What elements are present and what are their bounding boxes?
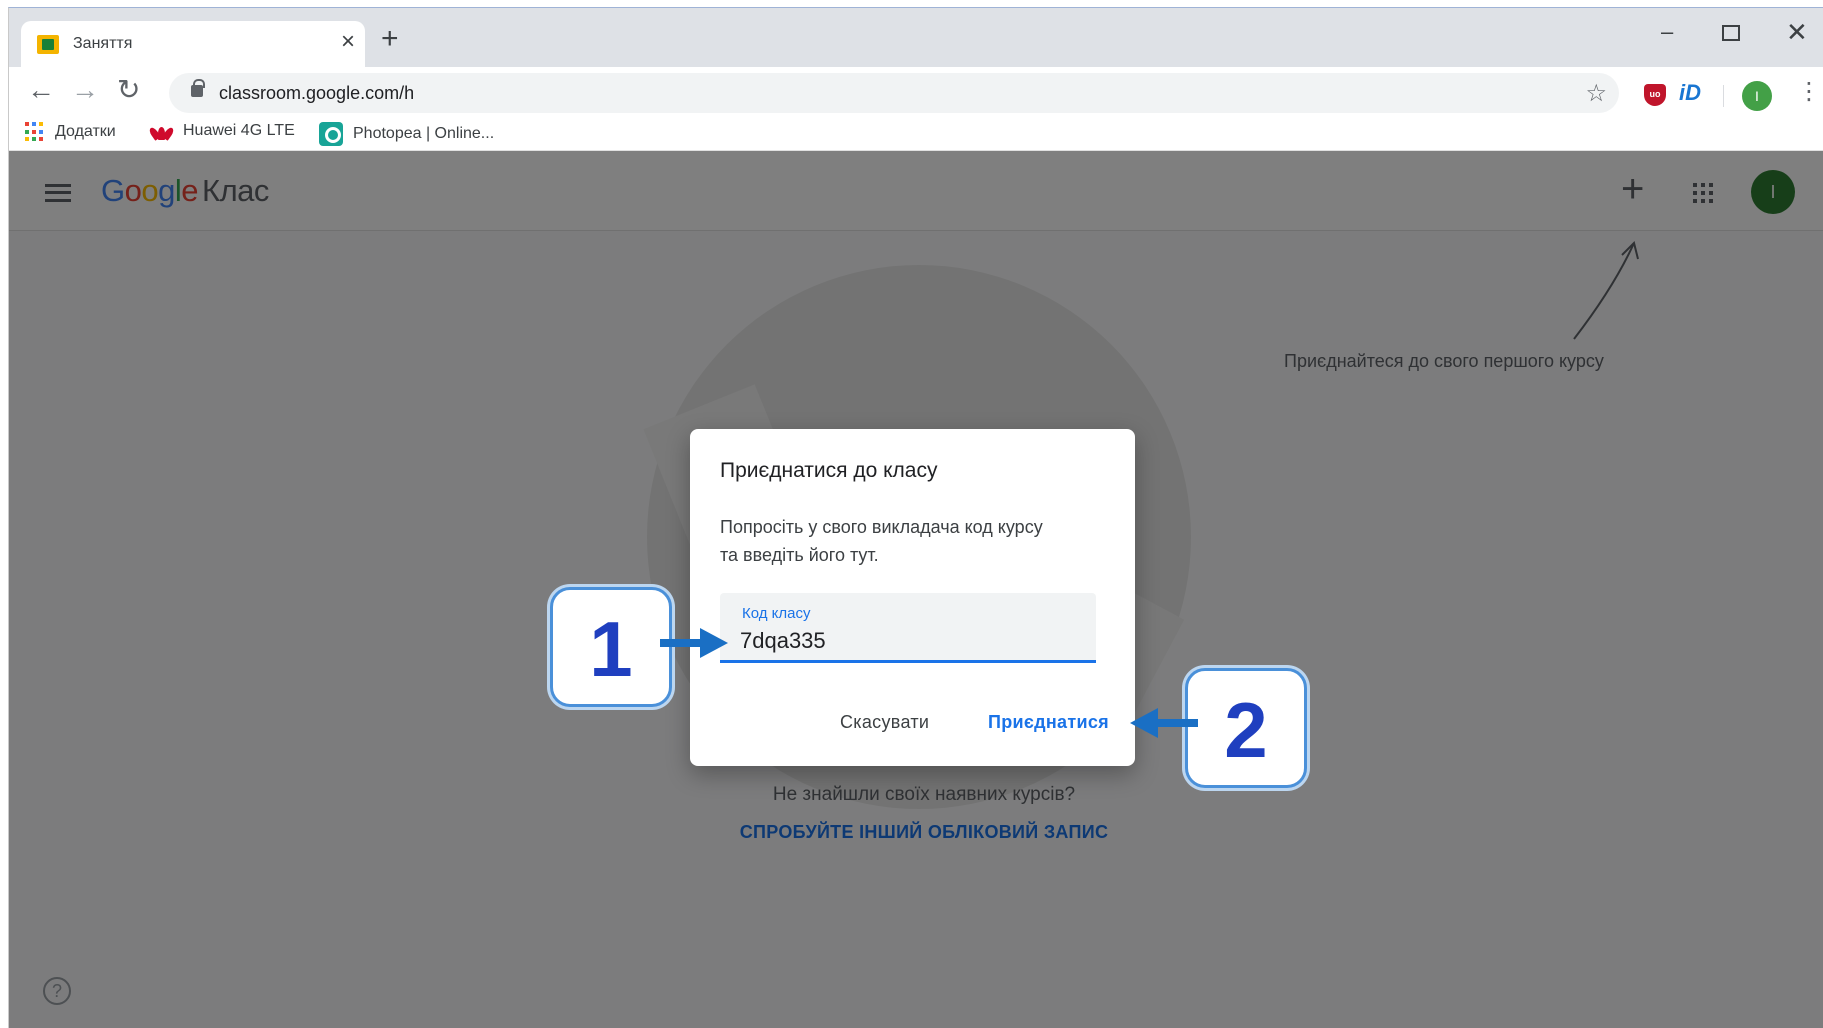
bookmarks-bar: Додатки Huawei 4G LTE Photopea | Online.… xyxy=(9,117,1823,151)
dialog-description: Попросіть у свого викладача код курсу та… xyxy=(720,517,1043,565)
idm-extension-icon[interactable]: iD xyxy=(1679,80,1701,106)
class-code-input[interactable] xyxy=(740,627,1080,655)
minimize-button[interactable]: – xyxy=(1661,20,1673,44)
step-callout-2: 2 xyxy=(1185,668,1307,788)
class-code-label: Код класу xyxy=(742,605,811,622)
cancel-button[interactable]: Скасувати xyxy=(840,712,929,733)
lock-icon xyxy=(191,79,205,97)
bookmark-label: Huawei 4G LTE xyxy=(183,122,295,139)
browser-toolbar: ← → ↻ classroom.google.com/h ☆ uo iD I ⋮ xyxy=(9,67,1823,117)
huawei-icon xyxy=(147,122,176,141)
tab-classroom[interactable]: Заняття × xyxy=(21,21,365,67)
toolbar-divider xyxy=(1723,85,1724,107)
address-bar[interactable]: classroom.google.com/h ☆ xyxy=(169,73,1619,113)
reload-icon[interactable]: ↻ xyxy=(117,74,140,106)
url-text[interactable]: classroom.google.com/h xyxy=(219,83,414,104)
ublock-extension-icon[interactable]: uo xyxy=(1644,84,1666,106)
forward-arrow-icon[interactable]: → xyxy=(71,74,99,106)
bookmark-label: Photopea | Online... xyxy=(353,125,495,142)
bookmark-apps[interactable]: Додатки xyxy=(25,122,116,142)
browser-menu-icon[interactable]: ⋮ xyxy=(1797,77,1821,107)
classroom-favicon-icon xyxy=(37,35,59,54)
bookmark-star-icon[interactable]: ☆ xyxy=(1585,79,1607,108)
browser-profile-avatar[interactable]: I xyxy=(1742,81,1772,111)
close-window-button[interactable]: ✕ xyxy=(1786,19,1808,45)
bookmark-photopea[interactable]: Photopea | Online... xyxy=(319,122,494,146)
tab-close-icon[interactable]: × xyxy=(341,30,355,54)
cropped-heading-strip xyxy=(0,0,1823,7)
callout-arrow-left-icon xyxy=(1130,708,1198,738)
maximize-button[interactable] xyxy=(1722,25,1740,41)
step-callout-1: 1 xyxy=(550,587,672,707)
class-code-field[interactable]: Код класу xyxy=(720,593,1096,663)
photopea-icon xyxy=(319,122,343,146)
new-tab-button[interactable]: + xyxy=(381,24,399,54)
bookmark-huawei[interactable]: Huawei 4G LTE xyxy=(147,122,295,141)
back-arrow-icon[interactable]: ← xyxy=(27,74,55,106)
callout-arrow-right-icon xyxy=(660,628,728,658)
join-button[interactable]: Приєднатися xyxy=(988,712,1109,733)
join-class-dialog: Приєднатися до класу Попросіть у свого в… xyxy=(690,429,1135,766)
tab-strip: Заняття × + – ✕ xyxy=(9,8,1823,67)
tab-title: Заняття xyxy=(73,35,133,52)
bookmark-label: Додатки xyxy=(55,123,116,140)
dialog-title: Приєднатися до класу xyxy=(720,459,938,482)
apps-grid-icon xyxy=(25,122,45,142)
